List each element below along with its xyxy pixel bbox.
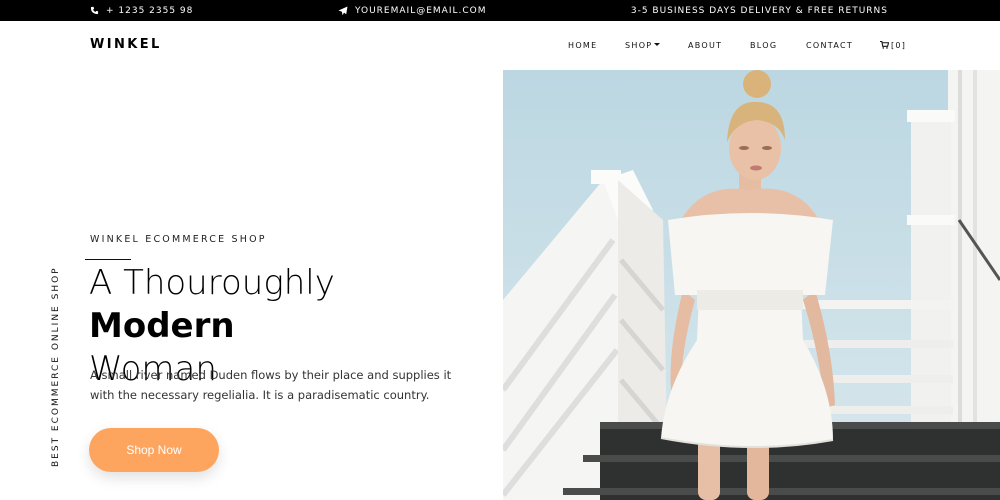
shop-now-button[interactable]: Shop Now bbox=[89, 428, 219, 472]
cart-icon bbox=[880, 40, 890, 51]
chevron-down-icon bbox=[654, 43, 661, 46]
hero-description: A small river named Duden flows by their… bbox=[90, 368, 452, 402]
nav-item-blog[interactable]: BLOG bbox=[750, 41, 777, 50]
phone-info: + 1235 2355 98 bbox=[90, 0, 193, 21]
hero-eyebrow: WINKEL ECOMMERCE SHOP bbox=[90, 234, 267, 245]
cart-count: [0] bbox=[891, 41, 907, 50]
nav-item-cart[interactable]: [0] bbox=[880, 40, 907, 51]
delivery-info: 3-5 BUSINESS DAYS DELIVERY & FREE RETURN… bbox=[631, 0, 888, 21]
nav-item-shop-label: SHOP bbox=[625, 41, 653, 50]
email-address: YOUREMAIL@EMAIL.COM bbox=[355, 5, 487, 16]
delivery-text: 3-5 BUSINESS DAYS DELIVERY & FREE RETURN… bbox=[630, 5, 888, 16]
divider-line bbox=[85, 259, 131, 260]
headline-bold: Modern bbox=[89, 306, 235, 346]
brand-logo[interactable]: WINKEL bbox=[90, 37, 162, 52]
top-info-bar: + 1235 2355 98 YOUREMAIL@EMAIL.COM 3-5 B… bbox=[0, 0, 1000, 21]
nav-item-home[interactable]: HOME bbox=[568, 41, 597, 50]
main-navbar: WINKEL HOME SHOP ABOUT BLOG CONTACT [0] bbox=[0, 21, 1000, 70]
nav-item-shop[interactable]: SHOP bbox=[625, 41, 661, 50]
email-info: YOUREMAIL@EMAIL.COM bbox=[338, 0, 486, 21]
phone-number: + 1235 2355 98 bbox=[106, 5, 194, 16]
headline-light: A Thouroughly bbox=[89, 263, 335, 303]
phone-icon bbox=[90, 6, 99, 15]
paper-plane-icon bbox=[338, 6, 348, 16]
hero-photo bbox=[503, 70, 1000, 500]
nav-item-contact[interactable]: CONTACT bbox=[806, 41, 853, 50]
vertical-side-text: BEST ECOMMERCE ONLINE SHOP bbox=[51, 266, 61, 467]
nav-item-about[interactable]: ABOUT bbox=[688, 41, 722, 50]
